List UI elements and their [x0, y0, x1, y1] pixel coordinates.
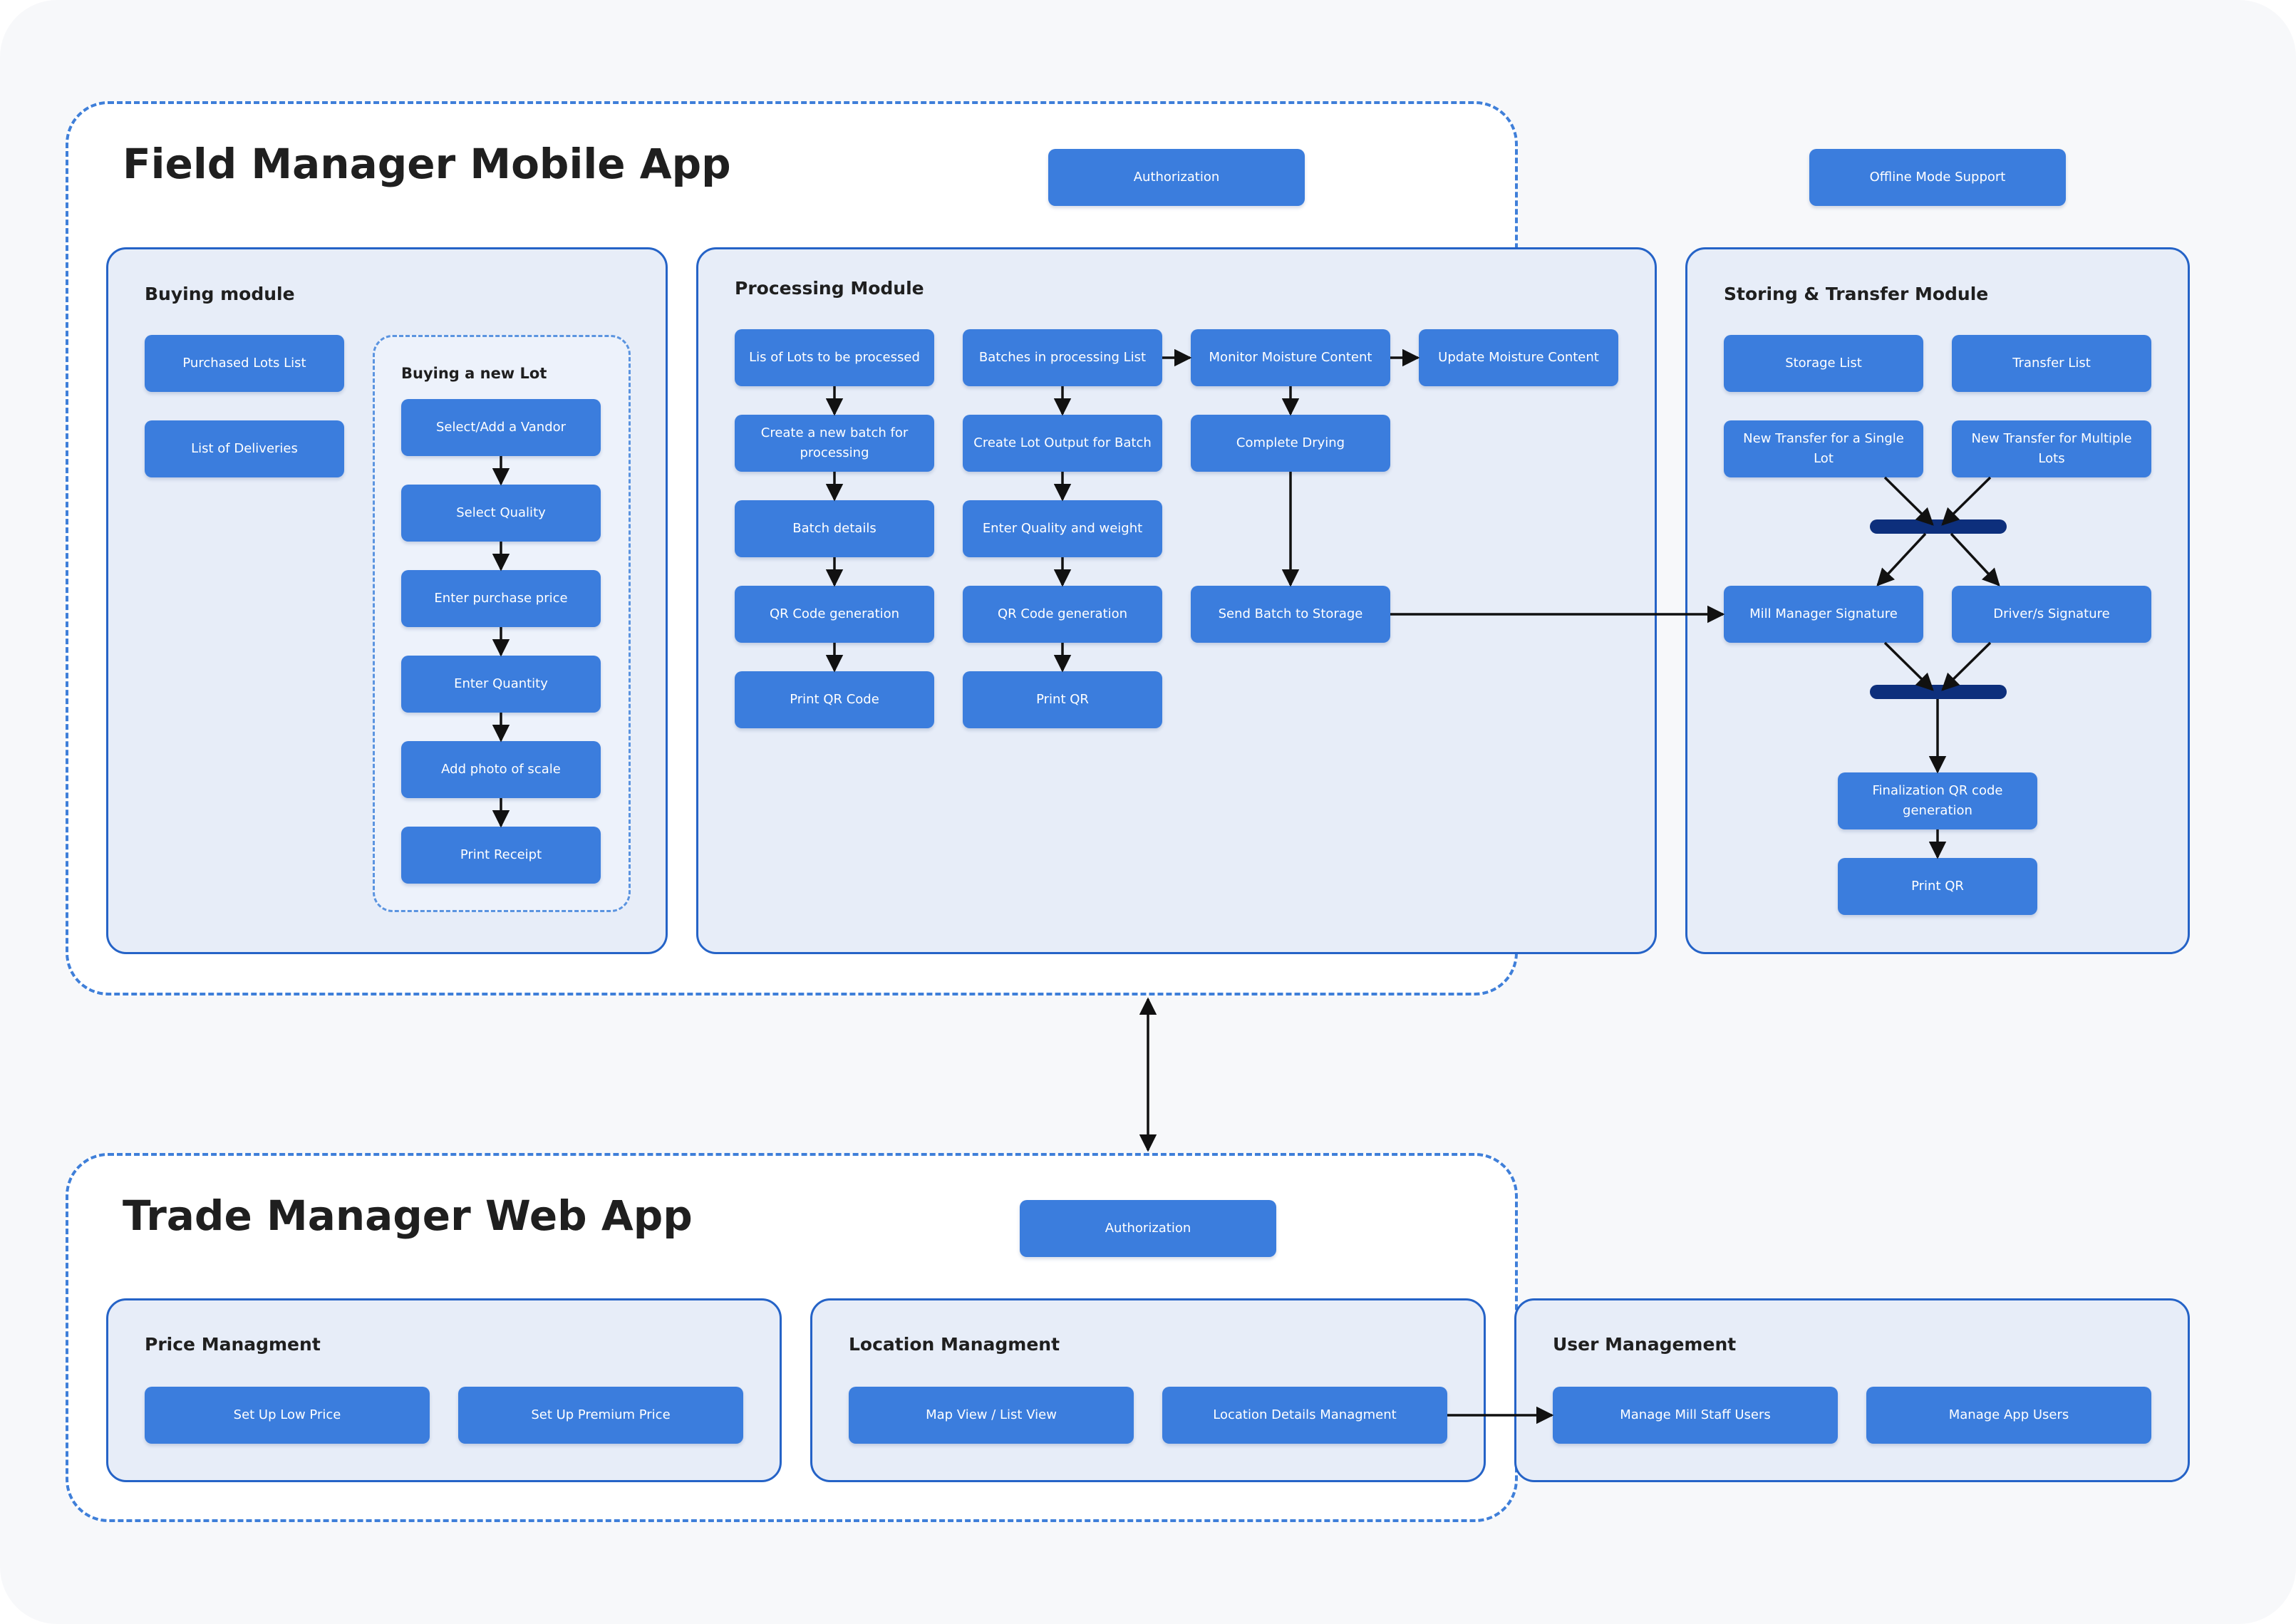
batch-details-box: Batch details [735, 500, 934, 557]
buying-module-title: Buying module [145, 284, 295, 304]
print-qr-box-storing: Print QR [1838, 858, 2037, 915]
enter-quantity-box: Enter Quantity [401, 656, 601, 713]
field-manager-app-title: Field Manager Mobile App [123, 140, 731, 188]
transfer-list-box: Transfer List [1952, 335, 2151, 392]
create-batch-box: Create a new batch for processing [735, 415, 934, 472]
driver-signature-box: Driver/s Signature [1952, 586, 2151, 643]
new-multiple-transfer-box: New Transfer for Multiple Lots [1952, 420, 2151, 477]
new-single-transfer-box: New Transfer for a Single Lot [1724, 420, 1923, 477]
qr-generation-box-2: QR Code generation [963, 586, 1162, 643]
print-receipt-box: Print Receipt [401, 827, 601, 884]
select-quality-box: Select Quality [401, 485, 601, 542]
join-bar-bottom [1870, 685, 2007, 699]
buying-new-lot-title: Buying a new Lot [401, 365, 547, 382]
diagram-canvas: Field Manager Mobile App Authorization O… [0, 0, 2296, 1624]
enter-quality-weight-box: Enter Quality and weight [963, 500, 1162, 557]
user-management-title: User Management [1553, 1334, 1737, 1355]
price-management-title: Price Managment [145, 1334, 321, 1355]
field-authorization-box: Authorization [1048, 149, 1305, 206]
print-qr-code-box: Print QR Code [735, 671, 934, 728]
deliveries-box: List of Deliveries [145, 420, 344, 477]
set-low-price-box: Set Up Low Price [145, 1387, 430, 1444]
map-list-view-box: Map View / List View [849, 1387, 1134, 1444]
location-management-title: Location Managment [849, 1334, 1060, 1355]
enter-price-box: Enter purchase price [401, 570, 601, 627]
manage-app-users-box: Manage App Users [1866, 1387, 2151, 1444]
trade-authorization-box: Authorization [1020, 1200, 1276, 1257]
lots-to-process-box: Lis of Lots to be processed [735, 329, 934, 386]
processing-module-title: Processing Module [735, 278, 924, 299]
add-photo-box: Add photo of scale [401, 741, 601, 798]
manage-mill-staff-box: Manage Mill Staff Users [1553, 1387, 1838, 1444]
select-vendor-box: Select/Add a Vandor [401, 399, 601, 456]
update-moisture-box: Update Moisture Content [1419, 329, 1618, 386]
purchased-lots-box: Purchased Lots List [145, 335, 344, 392]
location-details-box: Location Details Managment [1162, 1387, 1447, 1444]
offline-mode-box: Offline Mode Support [1809, 149, 2066, 206]
qr-generation-box-1: QR Code generation [735, 586, 934, 643]
create-lot-output-box: Create Lot Output for Batch [963, 415, 1162, 472]
set-premium-price-box: Set Up Premium Price [458, 1387, 743, 1444]
monitor-moisture-box: Monitor Moisture Content [1191, 329, 1390, 386]
batches-processing-box: Batches in processing List [963, 329, 1162, 386]
print-qr-box-processing: Print QR [963, 671, 1162, 728]
fork-bar-top [1870, 519, 2007, 534]
complete-drying-box: Complete Drying [1191, 415, 1390, 472]
storing-module-title: Storing & Transfer Module [1724, 284, 1989, 304]
finalization-qr-box: Finalization QR code generation [1838, 772, 2037, 829]
mill-manager-signature-box: Mill Manager Signature [1724, 586, 1923, 643]
send-to-storage-box: Send Batch to Storage [1191, 586, 1390, 643]
storage-list-box: Storage List [1724, 335, 1923, 392]
trade-manager-app-title: Trade Manager Web App [123, 1191, 693, 1240]
